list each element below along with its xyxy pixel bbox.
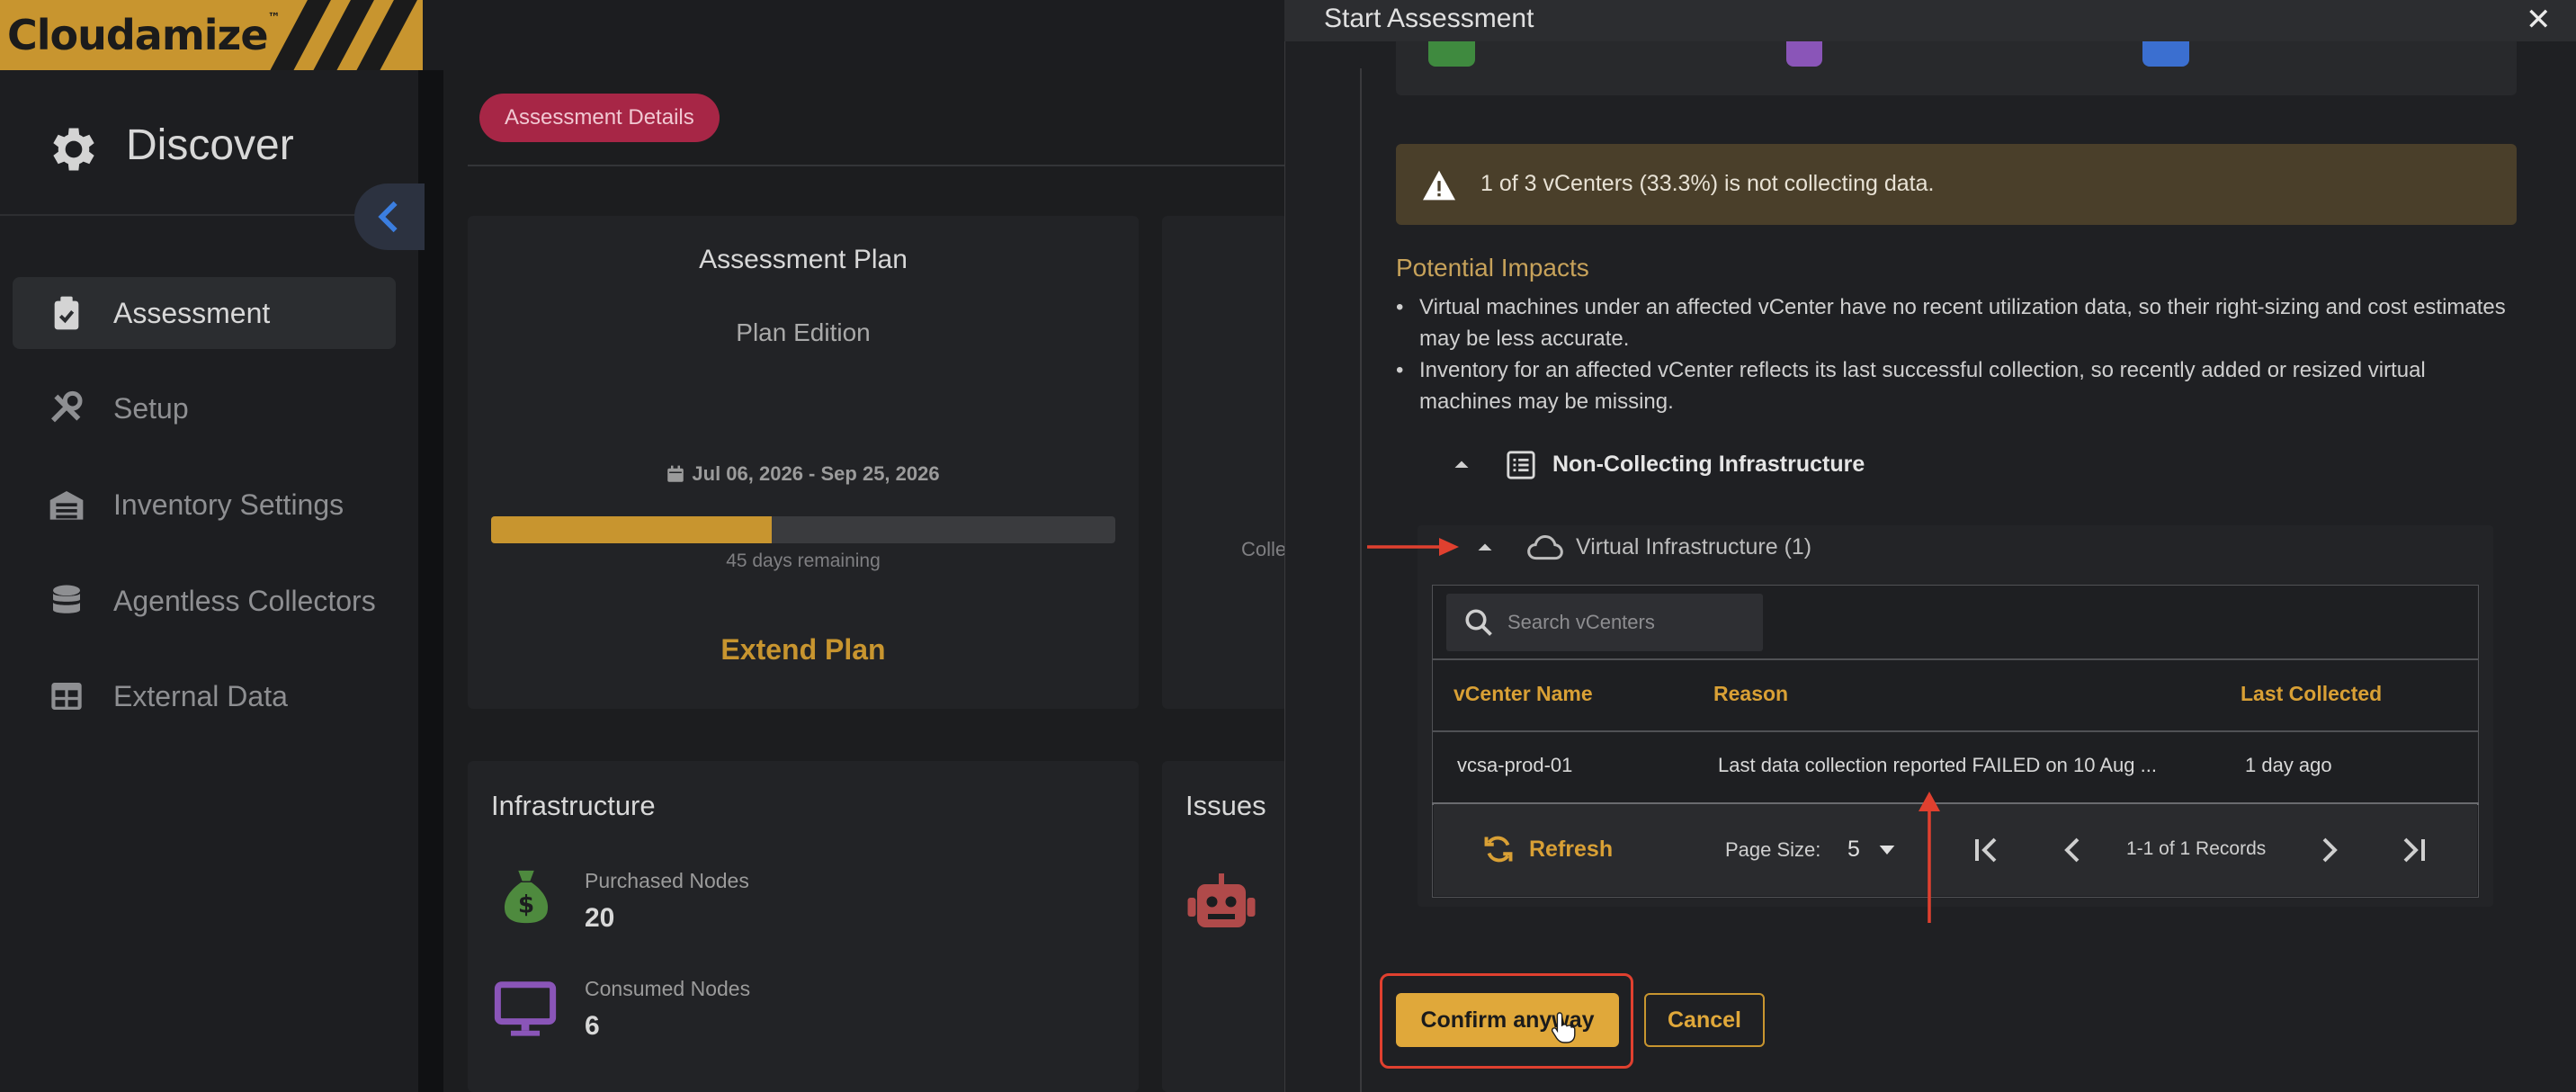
- table-icon: [51, 683, 82, 710]
- collection-card: [1162, 216, 1288, 709]
- non-collecting-infrastructure-label[interactable]: Non-Collecting Infrastructure: [1552, 452, 1865, 478]
- consumed-nodes-value: 6: [585, 1011, 600, 1041]
- first-page-icon[interactable]: [1973, 835, 1999, 870]
- column-header-reason[interactable]: Reason: [1713, 682, 1788, 706]
- column-header-last-collected[interactable]: Last Collected: [2241, 682, 2382, 706]
- table-cell-last-collected: 1 day ago: [2245, 754, 2332, 776]
- gear-icon: [45, 121, 103, 178]
- chevron-down-icon[interactable]: [1878, 844, 1896, 861]
- table-cell-reason: Last data collection reported FAILED on …: [1718, 754, 2157, 776]
- last-page-icon[interactable]: [2402, 835, 2427, 870]
- warning-icon: [1421, 169, 1457, 206]
- impacts-list: Virtual machines under an affected vCent…: [1396, 291, 2517, 417]
- prev-page-icon[interactable]: [2060, 835, 2085, 870]
- sidebar-item-agentless-collectors[interactable]: Agentless Collectors: [13, 565, 396, 637]
- summary-chip: [1428, 41, 1475, 67]
- collapse-caret-icon[interactable]: [1453, 455, 1470, 479]
- virtual-infrastructure-label[interactable]: Virtual Infrastructure (1): [1576, 534, 1811, 560]
- cancel-button[interactable]: Cancel: [1644, 993, 1765, 1047]
- purchased-nodes-label: Purchased Nodes: [585, 869, 749, 892]
- modal-title: Start Assessment: [1324, 4, 1534, 33]
- next-page-icon[interactable]: [2317, 835, 2342, 870]
- list-item: Virtual machines under an affected vCent…: [1396, 291, 2517, 354]
- issues-title: Issues: [1185, 790, 1266, 821]
- calendar-icon: [667, 465, 684, 482]
- sidebar-item-label: Agentless Collectors: [113, 585, 376, 617]
- list-item: Inventory for an affected vCenter reflec…: [1396, 354, 2517, 417]
- plan-progress-bar: [491, 516, 1115, 543]
- plan-title: Assessment Plan: [699, 245, 908, 274]
- monitor-icon: [493, 977, 558, 1044]
- page-size-select[interactable]: 5: [1847, 837, 1860, 863]
- table-divider: [1432, 658, 2479, 660]
- refresh-button[interactable]: Refresh: [1529, 837, 1613, 863]
- section-title: Discover: [126, 121, 294, 169]
- infrastructure-title: Infrastructure: [491, 790, 656, 821]
- collapse-sidebar-button[interactable]: [354, 183, 425, 250]
- sidebar-item-setup[interactable]: Setup: [13, 372, 396, 444]
- page-size-label: Page Size:: [1725, 838, 1821, 861]
- purchased-nodes-value: 20: [585, 903, 615, 933]
- consumed-nodes-label: Consumed Nodes: [585, 977, 751, 1000]
- days-remaining: 45 days remaining: [726, 550, 881, 571]
- table-cell-vcenter-name: vcsa-prod-01: [1457, 754, 1573, 776]
- refresh-icon[interactable]: [1482, 833, 1515, 870]
- chevron-left-icon: [378, 201, 398, 233]
- annotation-arrow-up-icon: [1916, 790, 1943, 929]
- annotation-arrow-right-icon: [1367, 536, 1461, 562]
- impacts-title: Potential Impacts: [1396, 254, 1589, 282]
- list-icon: [1506, 450, 1536, 485]
- scrolled-summary-strip: [1396, 41, 2517, 95]
- close-icon[interactable]: ✕: [2526, 2, 2552, 38]
- logo[interactable]: Cloudamize™: [0, 0, 423, 70]
- sidebar-item-external-data[interactable]: External Data: [13, 660, 396, 732]
- sidebar-item-assessment[interactable]: Assessment: [13, 277, 396, 349]
- tab-separator: [468, 165, 1286, 166]
- hand-cursor-icon: [1551, 1011, 1576, 1048]
- collapse-caret-icon[interactable]: [1477, 538, 1493, 562]
- extend-plan-link[interactable]: Extend Plan: [468, 633, 1139, 667]
- summary-chip: [1786, 41, 1822, 67]
- robot-icon: [1184, 871, 1259, 940]
- warehouse-icon: [49, 491, 84, 520]
- plan-dates: Jul 06, 2026 - Sep 25, 2026: [468, 462, 1139, 486]
- clipboard-check-icon: [54, 296, 79, 330]
- search-input[interactable]: [1507, 604, 1750, 640]
- tools-icon: [50, 390, 83, 423]
- sidebar-item-label: Inventory Settings: [113, 488, 344, 521]
- column-header-vcenter-name[interactable]: vCenter Name: [1453, 682, 1593, 706]
- search-icon: [1462, 606, 1495, 643]
- table-divider: [1432, 730, 2479, 732]
- records-count: 1-1 of 1 Records: [2126, 838, 2267, 859]
- plan-edition: Plan Edition: [736, 318, 871, 346]
- plan-progress-fill: [491, 516, 773, 543]
- sidebar-item-label: External Data: [113, 680, 288, 712]
- warning-text: 1 of 3 vCenters (33.3%) is not collectin…: [1480, 171, 1935, 196]
- sidebar-item-label: Setup: [113, 392, 189, 425]
- confirm-anyway-button[interactable]: Confirm anyway: [1396, 993, 1619, 1047]
- cloud-icon: [1527, 533, 1563, 568]
- money-bag-icon: $: [495, 865, 558, 933]
- tab-assessment-details[interactable]: Assessment Details: [479, 94, 720, 142]
- collection-partial-text: Colle: [1241, 538, 1287, 560]
- sidebar-item-inventory-settings[interactable]: Inventory Settings: [13, 469, 396, 541]
- sidebar-item-label: Assessment: [113, 297, 271, 329]
- svg-text:$: $: [518, 892, 534, 919]
- logo-text: Cloudamize™: [7, 11, 281, 59]
- summary-chip: [2142, 41, 2189, 67]
- database-icon: [53, 585, 80, 613]
- modal-content-rail: [1360, 68, 1362, 1092]
